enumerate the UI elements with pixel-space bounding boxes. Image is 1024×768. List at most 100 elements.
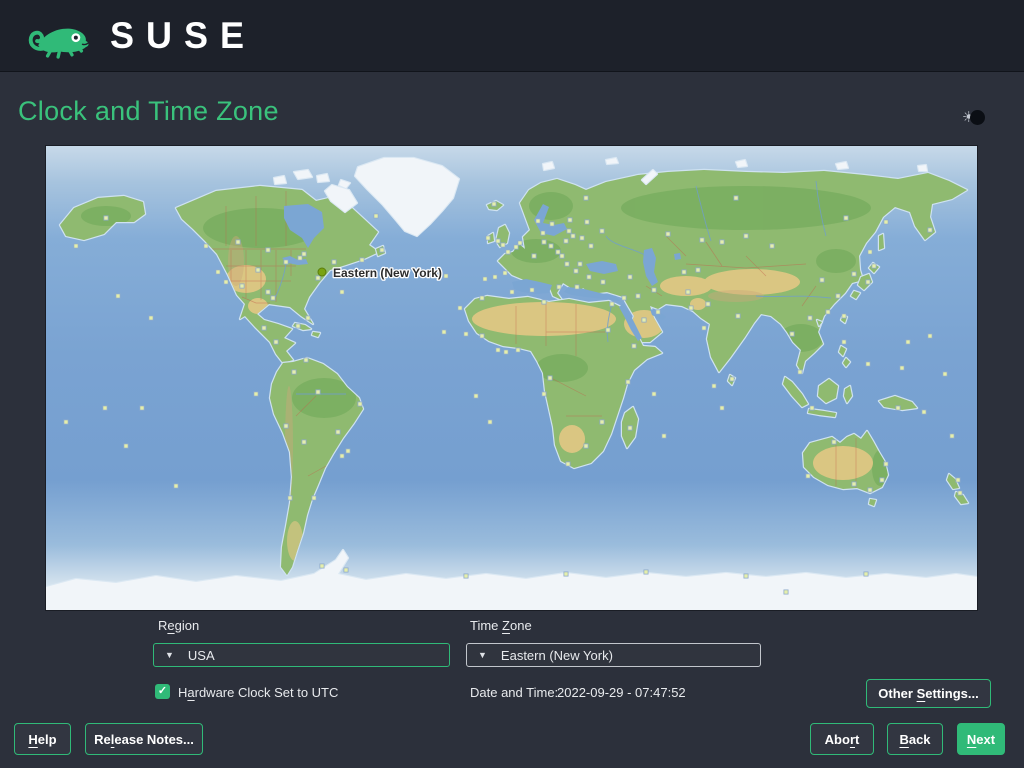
timezone-marker[interactable] (495, 347, 501, 353)
timezone-marker[interactable] (743, 233, 749, 239)
timezone-marker[interactable] (574, 284, 580, 290)
timezone-marker[interactable] (577, 261, 583, 267)
timezone-marker[interactable] (609, 301, 615, 307)
selected-timezone-marker[interactable]: Eastern (New York) (317, 265, 443, 281)
timezone-marker[interactable] (563, 238, 569, 244)
timezone-marker[interactable] (565, 461, 571, 467)
timezone-marker[interactable] (643, 569, 649, 575)
timezone-marker[interactable] (148, 315, 154, 321)
timezone-marker[interactable] (921, 409, 927, 415)
timezone-marker[interactable] (769, 243, 775, 249)
timezone-marker[interactable] (584, 219, 590, 225)
timezone-marker[interactable] (555, 249, 561, 255)
timezone-marker[interactable] (457, 305, 463, 311)
timezone-marker[interactable] (661, 433, 667, 439)
timezone-marker[interactable] (139, 405, 145, 411)
timezone-marker[interactable] (343, 567, 349, 573)
timezone-marker[interactable] (261, 325, 267, 331)
timezone-marker[interactable] (485, 235, 491, 241)
timezone-marker[interactable] (265, 289, 271, 295)
timezone-marker[interactable] (805, 473, 811, 479)
timezone-marker[interactable] (301, 251, 307, 257)
timezone-marker[interactable] (487, 419, 493, 425)
timezone-marker[interactable] (586, 274, 592, 280)
timezone-map[interactable]: Eastern (New York) (45, 145, 978, 611)
timezone-marker[interactable] (339, 453, 345, 459)
timezone-marker[interactable] (843, 215, 849, 221)
timezone-marker[interactable] (865, 361, 871, 367)
timezone-marker[interactable] (479, 333, 485, 339)
timezone-marker[interactable] (547, 375, 553, 381)
abort-button[interactable]: Abo r t (810, 723, 874, 755)
timezone-marker[interactable] (835, 293, 841, 299)
timezone-marker[interactable] (841, 313, 847, 319)
timezone-marker[interactable] (443, 273, 449, 279)
timezone-marker[interactable] (863, 571, 869, 577)
timezone-marker[interactable] (535, 218, 541, 224)
help-button[interactable]: Help (14, 723, 71, 755)
timezone-marker[interactable] (685, 289, 691, 295)
timezone-marker[interactable] (797, 369, 803, 375)
timezone-marker[interactable] (711, 383, 717, 389)
timezone-marker[interactable] (895, 405, 901, 411)
timezone-marker[interactable] (819, 277, 825, 283)
timezone-marker[interactable] (373, 213, 379, 219)
timezone-marker[interactable] (783, 589, 789, 595)
timezone-marker[interactable] (733, 195, 739, 201)
timezone-marker[interactable] (283, 423, 289, 429)
timezone-marker[interactable] (905, 339, 911, 345)
timezone-marker[interactable] (270, 295, 276, 301)
timezone-marker[interactable] (345, 448, 351, 454)
timezone-marker[interactable] (295, 323, 301, 329)
timezone-marker[interactable] (301, 439, 307, 445)
timezone-marker[interactable] (583, 195, 589, 201)
timezone-marker[interactable] (883, 219, 889, 225)
timezone-marker[interactable] (502, 270, 508, 276)
timezone-marker[interactable] (631, 343, 637, 349)
timezone-marker[interactable] (570, 233, 576, 239)
timezone-marker[interactable] (567, 217, 573, 223)
back-button[interactable]: Back (887, 723, 943, 755)
timezone-marker[interactable] (927, 227, 933, 233)
timezone-marker[interactable] (583, 443, 589, 449)
timezone-marker[interactable] (331, 259, 337, 265)
timezone-marker[interactable] (655, 309, 661, 315)
timezone-marker[interactable] (841, 339, 847, 345)
timezone-marker[interactable] (549, 221, 555, 227)
timezone-marker[interactable] (719, 239, 725, 245)
timezone-marker[interactable] (719, 405, 725, 411)
timezone-marker[interactable] (513, 244, 519, 250)
timezone-marker[interactable] (357, 401, 363, 407)
timezone-marker[interactable] (599, 228, 605, 234)
timezone-marker[interactable] (203, 243, 209, 249)
timezone-marker[interactable] (359, 257, 365, 263)
timezone-marker[interactable] (291, 369, 297, 375)
timezone-marker[interactable] (495, 238, 501, 244)
timezone-marker[interactable] (867, 249, 873, 255)
timezone-marker[interactable] (879, 477, 885, 483)
timezone-marker[interactable] (641, 317, 647, 323)
timezone-marker[interactable] (809, 405, 815, 411)
hardware-clock-label[interactable]: Hardware Clock Set to UTC (178, 685, 338, 700)
timezone-marker[interactable] (265, 247, 271, 253)
timezone-marker[interactable] (303, 357, 309, 363)
timezone-marker[interactable] (540, 230, 546, 236)
timezone-marker[interactable] (463, 331, 469, 337)
timezone-marker[interactable] (566, 228, 572, 234)
timezone-marker[interactable] (297, 255, 303, 261)
timezone-marker[interactable] (235, 239, 241, 245)
timezone-marker[interactable] (283, 259, 289, 265)
dark-mode-toggle[interactable]: ☀ (962, 106, 992, 128)
timezone-dropdown[interactable]: ▼ Eastern (New York) (466, 643, 761, 667)
timezone-marker[interactable] (463, 573, 469, 579)
timezone-marker[interactable] (831, 439, 837, 445)
timezone-marker[interactable] (541, 391, 547, 397)
timezone-marker[interactable] (115, 293, 121, 299)
timezone-marker[interactable] (63, 419, 69, 425)
timezone-marker[interactable] (500, 242, 506, 248)
timezone-marker[interactable] (701, 325, 707, 331)
timezone-marker[interactable] (625, 379, 631, 385)
timezone-marker[interactable] (509, 289, 515, 295)
timezone-marker[interactable] (955, 477, 961, 483)
timezone-marker[interactable] (556, 284, 562, 290)
